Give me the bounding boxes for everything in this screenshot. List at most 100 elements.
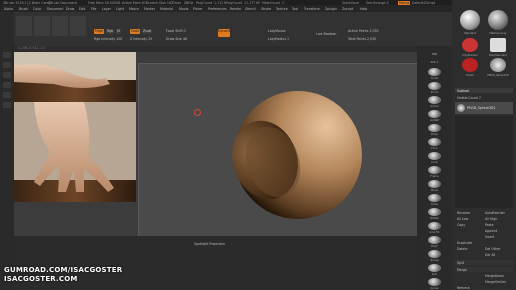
all-low-button[interactable]: All Low All High: [455, 216, 513, 221]
local-label: Local: [431, 161, 438, 164]
floor-button[interactable]: Floor: [420, 138, 449, 150]
menu-marker[interactable]: Marker: [144, 7, 155, 11]
live-boolean-button[interactable]: Live Boolean: [316, 32, 336, 36]
material-icon[interactable]: [3, 92, 11, 98]
menu-layer[interactable]: Layer: [102, 7, 111, 11]
rename-button[interactable]: Rename AutoReorder: [455, 210, 513, 215]
all-high-label[interactable]: All High: [485, 217, 497, 221]
sphere3d-tool-icon[interactable]: [490, 58, 506, 72]
color-icon[interactable]: [3, 102, 11, 108]
menu-edit[interactable]: Edit: [79, 7, 85, 11]
draw-button[interactable]: [34, 16, 50, 36]
lazyradius-slider[interactable]: LazyRadius 1: [268, 37, 289, 41]
move-label: Move: [431, 189, 438, 192]
rgb-button[interactable]: Rgb: [106, 29, 114, 34]
spotlight-projection-button[interactable]: Spotlight Projection: [194, 242, 225, 246]
duplicate-button[interactable]: Duplicate: [455, 240, 513, 245]
rotate-view-button[interactable]: Rotate: [420, 208, 449, 220]
split-button[interactable]: Split: [455, 260, 513, 265]
mrgb-button[interactable]: Mrgb: [94, 29, 104, 34]
matcap-material-icon[interactable]: [488, 10, 508, 30]
zadd-button[interactable]: Zadd: [130, 29, 140, 34]
menu-transform[interactable]: Transform: [304, 7, 320, 11]
menu-brush[interactable]: Brush: [19, 7, 28, 11]
delete-button[interactable]: Delete Del Other: [455, 246, 513, 251]
menu-zplugin[interactable]: Zplugin: [325, 7, 337, 11]
edit-button[interactable]: [16, 16, 32, 36]
sphere-model[interactable]: [139, 64, 424, 249]
subtool-item[interactable]: PM3D_Sphere3D1: [455, 102, 513, 114]
draw-size-slider[interactable]: Draw Size 46: [166, 37, 187, 41]
scale-view-button[interactable]: Scale: [420, 194, 449, 206]
local-button[interactable]: Local: [420, 152, 449, 164]
focal-shift-slider[interactable]: Focal Shift 0: [166, 29, 186, 33]
zoom-icon: [428, 82, 441, 90]
linefill-button[interactable]: Line Fill: [420, 222, 449, 234]
menu-preferences[interactable]: Preferences: [208, 7, 227, 11]
move-button[interactable]: [52, 16, 68, 36]
polyf-button[interactable]: PolyF: [420, 236, 449, 248]
rgb-intensity-slider[interactable]: Rgb Intensity 100: [94, 37, 122, 41]
del-all-button[interactable]: Del All: [455, 252, 513, 257]
menu-movie[interactable]: Movie: [179, 7, 188, 11]
alpha-icon[interactable]: [3, 72, 11, 78]
zoom-button[interactable]: Zoom: [420, 82, 449, 94]
append-button[interactable]: Append: [455, 228, 513, 233]
stroke-icon[interactable]: [3, 62, 11, 68]
polish-brush-icon[interactable]: [462, 58, 478, 72]
remesh-button[interactable]: Remesh: [455, 285, 513, 290]
m-button[interactable]: M: [116, 29, 121, 34]
menu-draw[interactable]: Draw: [66, 7, 74, 11]
menu-help[interactable]: Help: [360, 7, 367, 11]
duplicate-label: Duplicate: [457, 240, 473, 245]
brush-icon[interactable]: [3, 52, 11, 58]
move-view-button[interactable]: Move: [420, 180, 449, 192]
paste-label[interactable]: Paste: [485, 223, 494, 227]
dynamic-button[interactable]: Dynamic: [218, 29, 232, 37]
z-intensity-slider[interactable]: Z Intensity 25: [130, 37, 152, 41]
aahalf-button[interactable]: AAHalf: [420, 110, 449, 122]
menu-texture[interactable]: Texture: [276, 7, 288, 11]
xpose-button[interactable]: Xpose: [420, 278, 449, 290]
menu-alpha[interactable]: Alpha: [4, 7, 13, 11]
standard-brush-icon[interactable]: [460, 10, 480, 30]
scale-button[interactable]: [70, 16, 86, 36]
persp-button[interactable]: Persp: [420, 124, 449, 136]
menu-render[interactable]: Render: [230, 7, 241, 11]
mergedown-button[interactable]: MergeDown: [455, 273, 513, 278]
transp-button[interactable]: Transp: [420, 250, 449, 262]
menu-zscript[interactable]: Zscript: [342, 7, 353, 11]
menu-document[interactable]: Document: [47, 7, 64, 11]
del-other-label[interactable]: Del Other: [485, 247, 500, 251]
menu-macro[interactable]: Macro: [129, 7, 139, 11]
menu-material[interactable]: Material: [160, 7, 173, 11]
bpr-button[interactable]: BPR: [420, 52, 449, 56]
actual-button[interactable]: Actual: [420, 96, 449, 108]
menu-tool[interactable]: Tool: [292, 7, 298, 11]
mergesimilar-button[interactable]: MergeSimilar: [455, 279, 513, 284]
matcap-material-label: MatCap Gray: [484, 31, 512, 35]
solo-button[interactable]: Solo: [420, 264, 449, 276]
scroll-label: Scroll: [430, 77, 439, 80]
menu-color[interactable]: Color: [33, 7, 41, 11]
menu-stroke[interactable]: Stroke: [261, 7, 271, 11]
menu-picker[interactable]: Picker: [193, 7, 203, 11]
damstandard-brush-icon[interactable]: [490, 38, 506, 52]
merge-button[interactable]: Merge: [455, 267, 513, 272]
menu-file[interactable]: File: [91, 7, 96, 11]
lazymouse-button[interactable]: LazyMouse: [268, 29, 286, 33]
menu-stencil[interactable]: Stencil: [245, 7, 256, 11]
autoreorder-label[interactable]: AutoReorder: [485, 211, 505, 215]
claybuildup-brush-icon[interactable]: [462, 38, 478, 52]
frame-button[interactable]: Frame: [420, 166, 449, 178]
texture-icon[interactable]: [3, 82, 11, 88]
menu-light[interactable]: Light: [116, 7, 124, 11]
spix-slider[interactable]: SPix 3: [420, 60, 449, 64]
document-canvas[interactable]: [138, 63, 423, 248]
persp-icon: [428, 124, 441, 132]
insert-button[interactable]: Insert: [455, 234, 513, 239]
copy-button[interactable]: Copy Paste: [455, 222, 513, 227]
zsub-button[interactable]: Zsub: [142, 29, 152, 34]
scroll-button[interactable]: Scroll: [420, 68, 449, 80]
subtool-header[interactable]: Subtool: [455, 88, 513, 93]
